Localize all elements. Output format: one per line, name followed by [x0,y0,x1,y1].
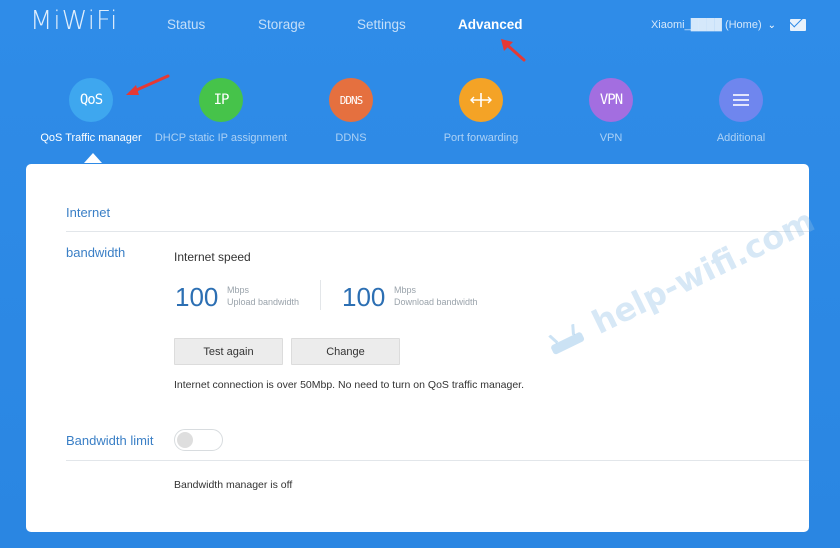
feature-dhcp-label: DHCP static IP assignment [154,132,288,144]
miwifi-logo: MiWiFi [30,6,119,36]
download-value: 100 [342,282,386,312]
feature-additional-label: Additional [716,132,766,144]
section-internet-title: Internet [66,205,111,220]
port-forwarding-icon [459,78,503,122]
nav-advanced[interactable]: Advanced [458,17,523,32]
nav-status[interactable]: Status [167,17,205,32]
bandwidth-manager-status: Bandwidth manager is off [174,479,293,491]
feature-port-forwarding-label: Port forwarding [443,132,519,144]
bandwidth-label: bandwidth [66,245,126,260]
chevron-down-icon: ⌄ [767,19,776,31]
mail-icon[interactable] [790,19,806,31]
nav-storage[interactable]: Storage [258,17,305,32]
nav-settings[interactable]: Settings [357,17,406,32]
feature-additional[interactable]: Additional [666,78,816,144]
user-name: Xiaomi_████ (Home) [650,19,762,31]
bandwidth-limit-label: Bandwidth limit [66,433,154,448]
feature-qos[interactable]: QoS QoS Traffic manager [16,78,166,144]
ip-icon: IP [199,78,243,122]
feature-ddns-label: DDNS [335,132,367,144]
menu-icon [719,78,763,122]
bandwidth-limit-toggle[interactable] [174,429,223,451]
qos-panel: Internet bandwidth Internet speed 100 Mb… [26,164,809,532]
divider [66,460,809,461]
feature-vpn[interactable]: VPN VPN [536,78,686,144]
feature-ddns[interactable]: DDNS DDNS [276,78,426,144]
download-caption: Download bandwidth [394,297,478,307]
feature-dhcp-static-ip[interactable]: IP DHCP static IP assignment [146,78,296,144]
active-tab-pointer [84,153,102,163]
feature-port-forwarding[interactable]: Port forwarding [406,78,556,144]
speed-separator [320,280,321,310]
test-again-button[interactable]: Test again [174,338,283,365]
ddns-icon: DDNS [329,78,373,122]
feature-vpn-label: VPN [599,132,623,144]
top-bar: MiWiFi Status Storage Settings Advanced … [0,0,840,52]
internet-speed-title: Internet speed [174,250,251,264]
upload-caption: Upload bandwidth [227,297,300,307]
upload-unit: Mbps [227,285,250,295]
toggle-knob [177,432,193,448]
feature-qos-label: QoS Traffic manager [40,132,142,144]
divider [66,231,809,232]
user-menu[interactable]: Xiaomi_████ (Home) ⌄ [651,19,776,31]
upload-value: 100 [175,282,219,312]
change-button[interactable]: Change [291,338,400,365]
qos-info-text: Internet connection is over 50Mbp. No ne… [174,379,525,391]
qos-icon: QoS [69,78,113,122]
vpn-icon: VPN [589,78,633,122]
download-unit: Mbps [394,285,417,295]
